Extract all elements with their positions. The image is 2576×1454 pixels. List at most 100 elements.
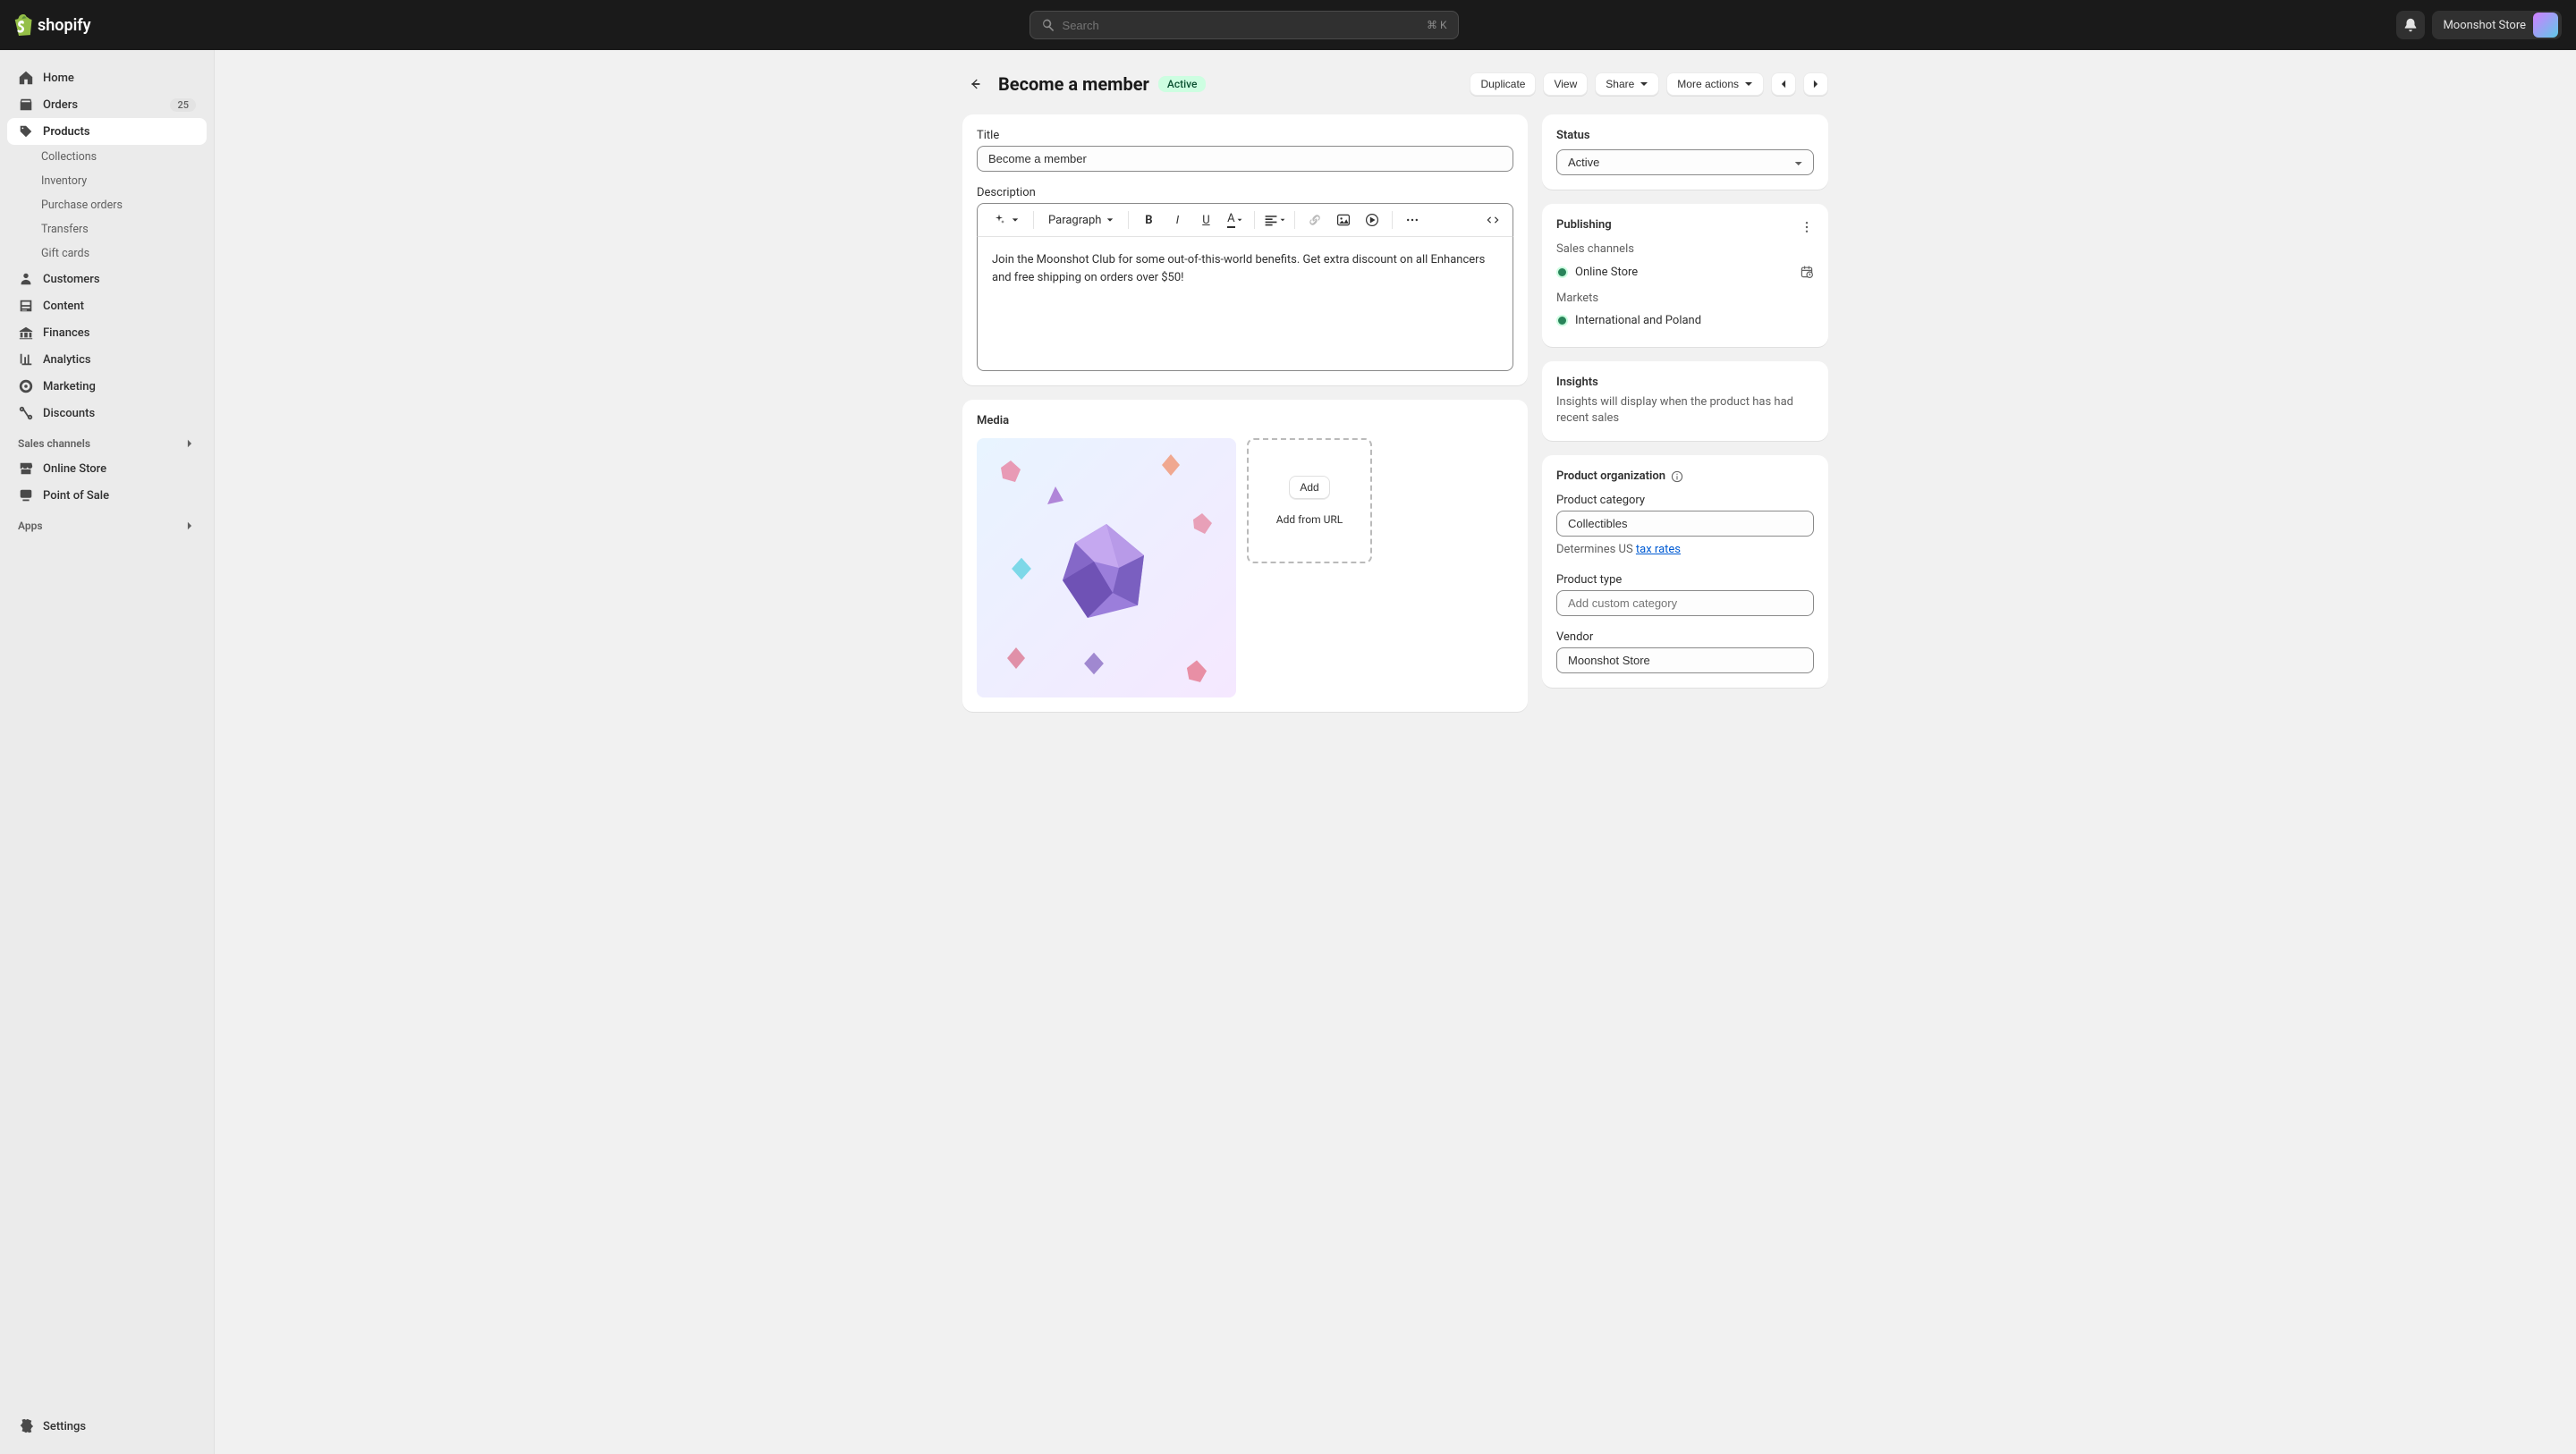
search-bar[interactable]: ⌘ K — [1030, 11, 1459, 39]
nav-products[interactable]: Products — [7, 118, 207, 145]
dots-icon — [1405, 213, 1419, 227]
nav-label: Finances — [43, 326, 89, 340]
product-type-input[interactable] — [1556, 590, 1814, 616]
align-left-icon — [1264, 213, 1278, 227]
nav-inventory[interactable]: Inventory — [7, 169, 207, 193]
view-button[interactable]: View — [1543, 72, 1588, 96]
nav-customers[interactable]: Customers — [7, 266, 207, 292]
store-icon — [18, 461, 34, 477]
media-card: Media — [962, 400, 1528, 712]
paragraph-label: Paragraph — [1048, 214, 1101, 227]
nav-finances[interactable]: Finances — [7, 319, 207, 346]
bold-button[interactable]: B — [1136, 207, 1161, 232]
add-media-button[interactable]: Add — [1289, 476, 1329, 499]
prev-product-button[interactable] — [1771, 72, 1796, 96]
market-name: International and Poland — [1575, 314, 1701, 327]
topbar-right: Moonshot Store — [2396, 11, 2562, 39]
status-badge: Active — [1158, 76, 1207, 92]
nav-marketing[interactable]: Marketing — [7, 373, 207, 400]
mini-gem-icon — [1003, 645, 1030, 672]
add-from-url-link[interactable]: Add from URL — [1276, 513, 1343, 526]
separator — [1033, 211, 1034, 229]
sales-channels-sublabel: Sales channels — [1556, 242, 1814, 256]
notifications-button[interactable] — [2396, 11, 2425, 39]
search-input[interactable] — [1063, 19, 1427, 32]
category-input[interactable] — [1556, 511, 1814, 537]
more-label: More actions — [1677, 78, 1739, 90]
search-icon — [1041, 18, 1055, 32]
chevron-down-icon — [1744, 80, 1753, 89]
organization-card: Product organization Product category De… — [1542, 455, 1828, 687]
duplicate-button[interactable]: Duplicate — [1470, 72, 1536, 96]
link-button[interactable] — [1302, 207, 1327, 232]
title-input[interactable] — [977, 146, 1513, 172]
back-button[interactable] — [962, 72, 987, 97]
media-thumbnail[interactable] — [977, 438, 1236, 697]
section-label: Sales channels — [18, 437, 90, 450]
more-format-button[interactable] — [1400, 207, 1425, 232]
pos-icon — [18, 487, 34, 503]
description-editor[interactable]: Join the Moonshot Club for some out-of-t… — [977, 237, 1513, 371]
status-dot-icon — [1556, 266, 1568, 278]
nav-label: Content — [43, 300, 84, 313]
align-button[interactable] — [1262, 207, 1287, 232]
store-menu-button[interactable]: Moonshot Store — [2432, 11, 2562, 39]
tax-rates-link[interactable]: tax rates — [1636, 543, 1681, 556]
nav-gift-cards[interactable]: Gift cards — [7, 241, 207, 266]
bell-icon — [2402, 17, 2419, 33]
video-button[interactable] — [1360, 207, 1385, 232]
insights-heading: Insights — [1556, 376, 1814, 389]
nav-point-of-sale[interactable]: Point of Sale — [7, 482, 207, 509]
vendor-label: Vendor — [1556, 630, 1814, 644]
text-color-button[interactable]: A — [1222, 207, 1247, 232]
nav-label: Customers — [43, 273, 100, 286]
ai-assist-button[interactable] — [985, 209, 1026, 231]
media-add-zone[interactable]: Add Add from URL — [1247, 438, 1372, 563]
insights-text: Insights will display when the product h… — [1556, 394, 1814, 427]
code-view-button[interactable] — [1480, 207, 1505, 232]
main-column: Title Description Paragraph B — [962, 114, 1528, 712]
info-icon[interactable] — [1671, 470, 1683, 483]
orders-icon — [18, 97, 34, 113]
page-header: Become a member Active Duplicate View Sh… — [962, 72, 1828, 97]
nav-orders[interactable]: Orders 25 — [7, 91, 207, 118]
chevron-down-icon — [1237, 217, 1242, 223]
nav-content[interactable]: Content — [7, 292, 207, 319]
nav-home[interactable]: Home — [7, 64, 207, 91]
determines-prefix: Determines US — [1556, 543, 1636, 556]
nav-analytics[interactable]: Analytics — [7, 346, 207, 373]
main-content: Become a member Active Duplicate View Sh… — [215, 50, 2576, 733]
nav-online-store[interactable]: Online Store — [7, 455, 207, 482]
nav-label: Point of Sale — [43, 489, 109, 503]
italic-button[interactable]: I — [1165, 207, 1190, 232]
image-button[interactable] — [1331, 207, 1356, 232]
calendar-icon[interactable] — [1800, 265, 1814, 279]
nav-collections[interactable]: Collections — [7, 145, 207, 169]
paragraph-dropdown[interactable]: Paragraph — [1041, 210, 1121, 231]
chevron-right-icon[interactable] — [183, 437, 196, 450]
dots-vertical-icon[interactable] — [1800, 220, 1814, 234]
nav-label: Gift cards — [41, 247, 89, 260]
status-card: Status Active — [1542, 114, 1828, 190]
more-actions-button[interactable]: More actions — [1666, 72, 1764, 96]
nav-label: Marketing — [43, 380, 96, 393]
nav-settings[interactable]: Settings — [7, 1413, 207, 1440]
analytics-icon — [18, 351, 34, 368]
separator — [1392, 211, 1393, 229]
product-details-card: Title Description Paragraph B — [962, 114, 1528, 385]
side-column: Status Active Publishing Sales channels … — [1542, 114, 1828, 712]
publishing-card: Publishing Sales channels Online Store M… — [1542, 204, 1828, 347]
nav-label: Inventory — [41, 174, 87, 188]
nav-purchase-orders[interactable]: Purchase orders — [7, 193, 207, 217]
underline-button[interactable]: U — [1193, 207, 1218, 232]
chevron-right-icon[interactable] — [183, 520, 196, 532]
next-product-button[interactable] — [1803, 72, 1828, 96]
vendor-input[interactable] — [1556, 647, 1814, 673]
shopify-logo[interactable]: shopify — [14, 14, 91, 36]
status-select[interactable]: Active — [1556, 149, 1814, 175]
nav-transfers[interactable]: Transfers — [7, 217, 207, 241]
mini-gem-icon — [997, 459, 1024, 486]
nav-discounts[interactable]: Discounts — [7, 400, 207, 427]
category-label: Product category — [1556, 494, 1814, 507]
share-button[interactable]: Share — [1595, 72, 1659, 96]
